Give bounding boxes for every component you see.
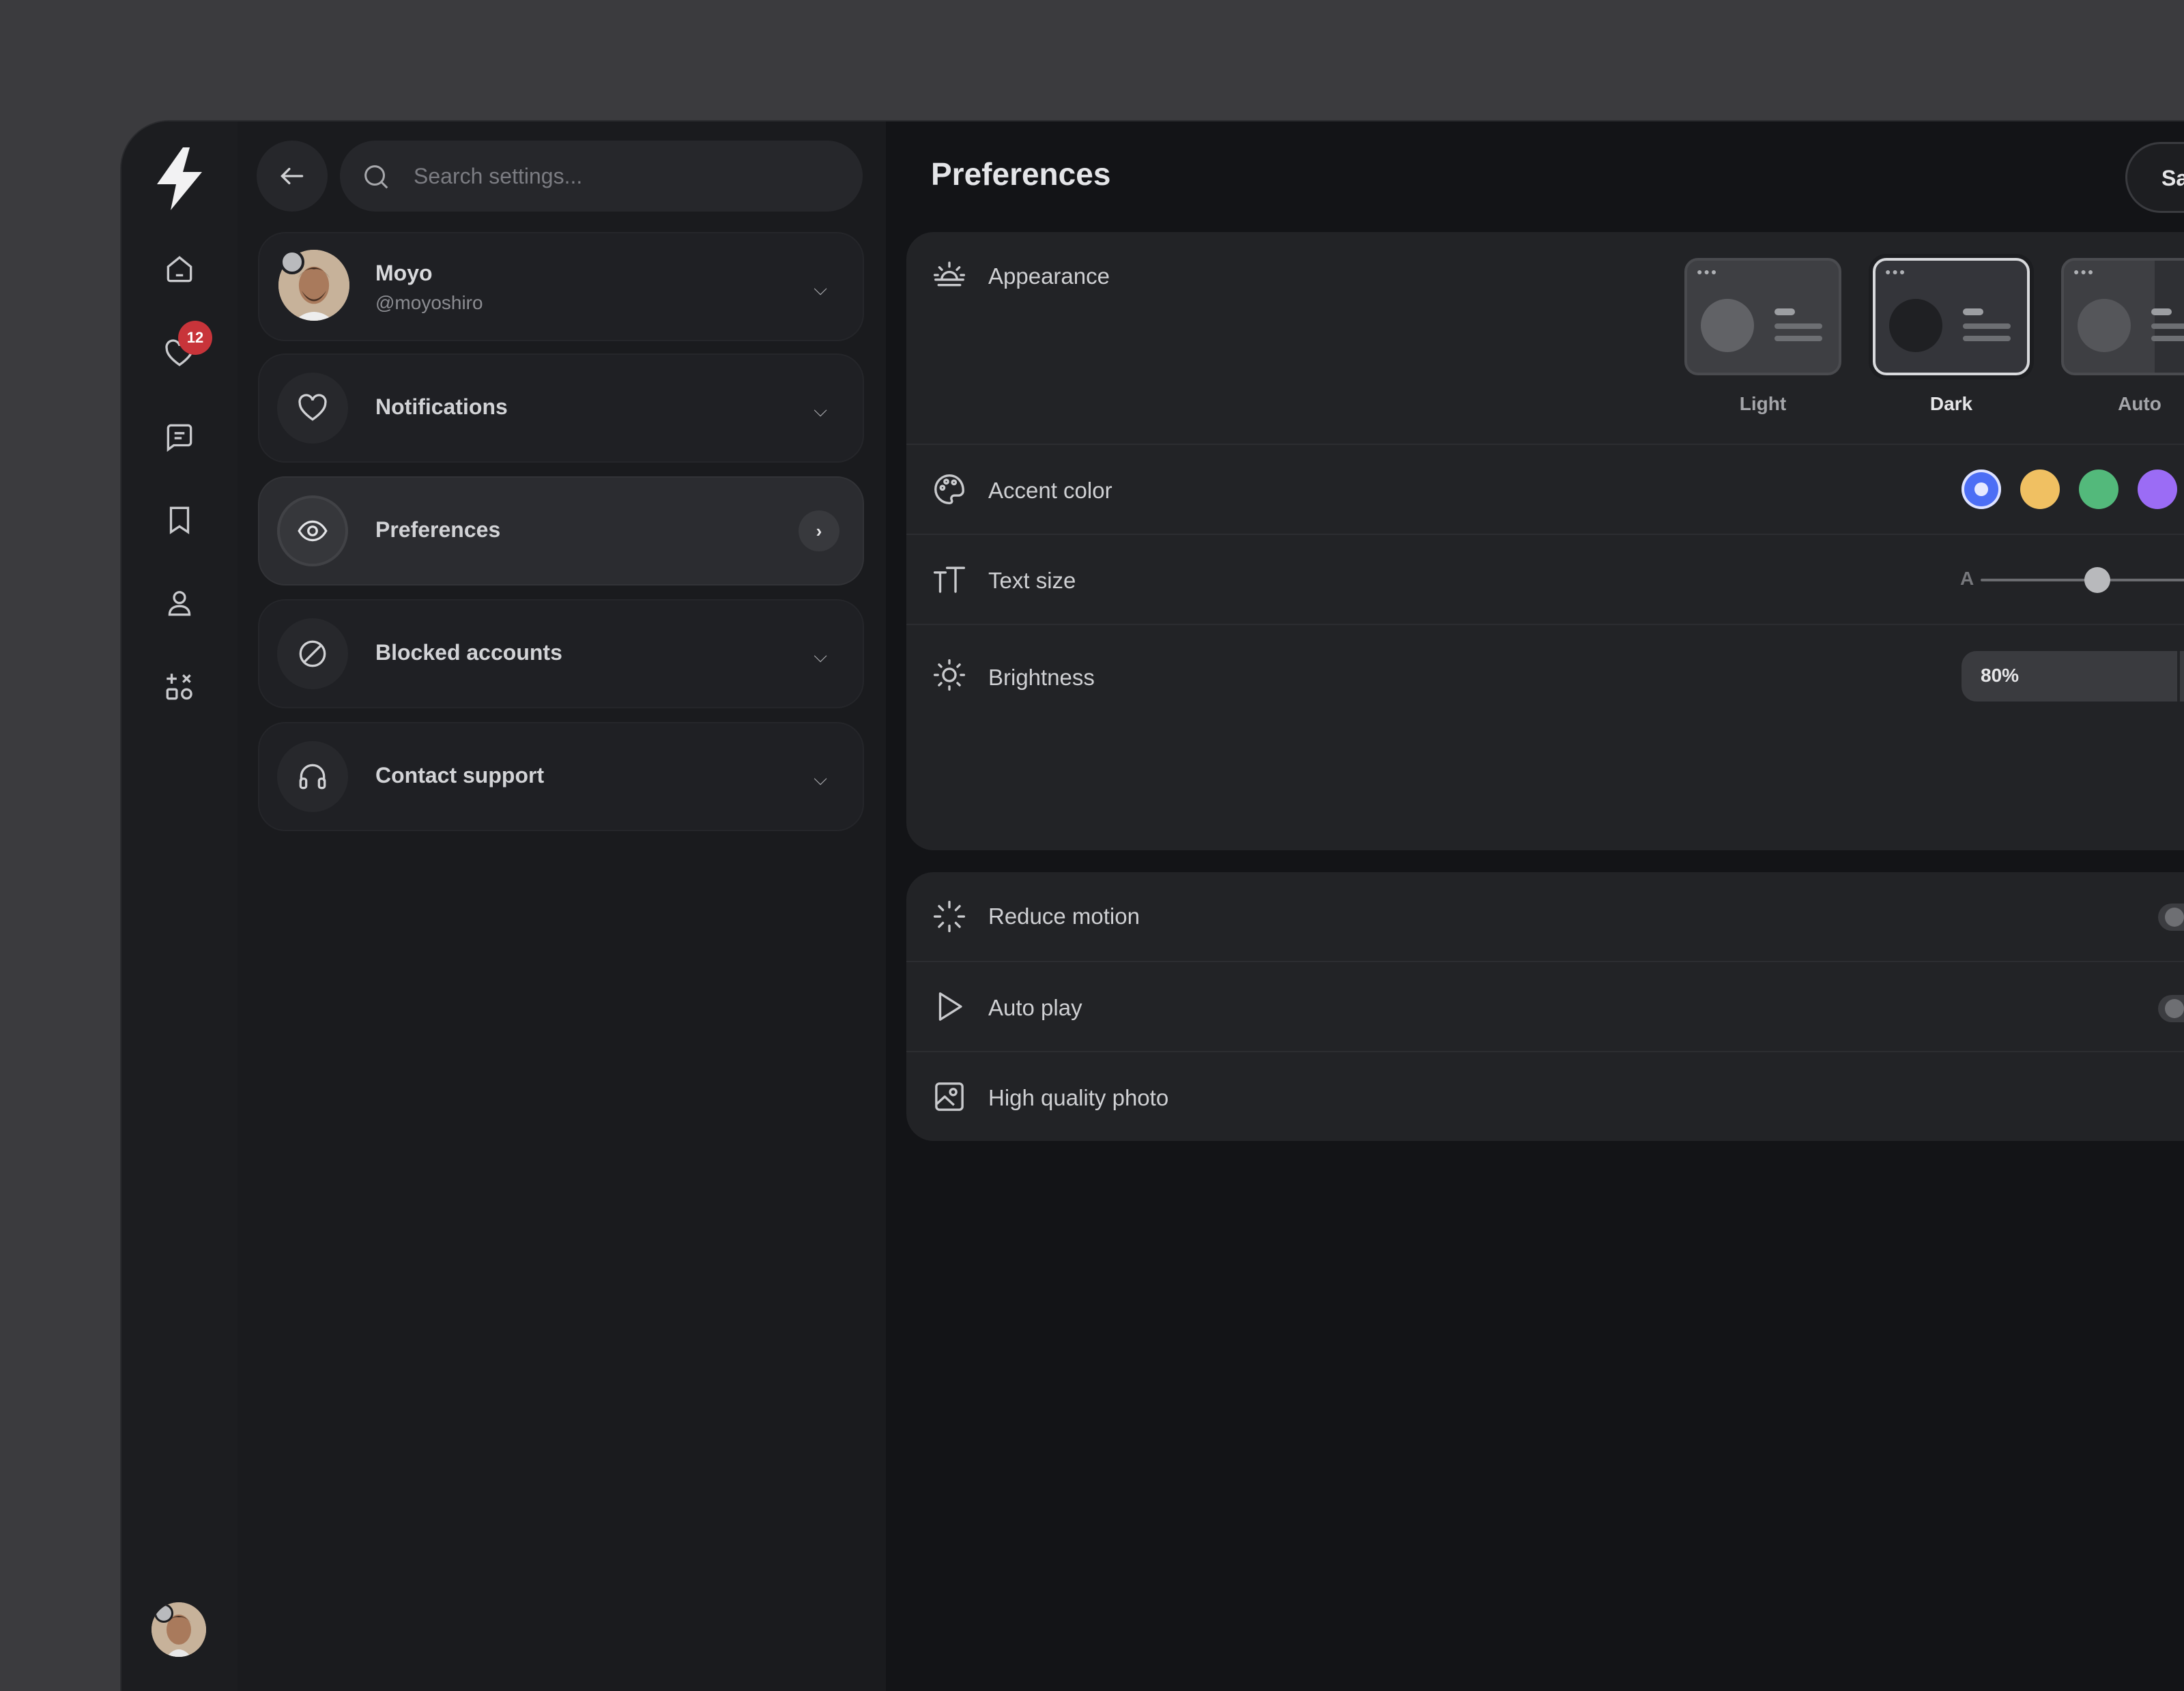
block-icon: [299, 640, 326, 667]
text-size-min-label: A: [1960, 568, 1974, 589]
auto-play-label: Auto play: [988, 995, 1082, 1020]
appearance-row: Appearance ●●● Light ●●● Dark ●●● Auto: [906, 232, 2184, 444]
apps-icon[interactable]: [152, 659, 207, 714]
playback-card: Reduce motion Auto play High quality pho…: [906, 872, 2184, 1141]
brightness-value: 80%: [1981, 665, 2020, 686]
auto-play-toggle[interactable]: [2158, 995, 2184, 1022]
menu-item-notifications[interactable]: Notifications ⌵: [258, 353, 864, 463]
home-icon[interactable]: [152, 242, 207, 296]
reduce-motion-label: Reduce motion: [988, 904, 1140, 929]
eye-icon: [298, 520, 328, 542]
theme-option-dark[interactable]: ●●●: [1873, 258, 2030, 375]
theme-knob: [2078, 299, 2131, 352]
accent-swatch[interactable]: [2020, 469, 2060, 509]
chevron-down-icon: ⌵: [814, 646, 827, 666]
menu-item-preferences[interactable]: Preferences ›: [258, 476, 864, 586]
profile-handle: @moyoshiro: [375, 292, 483, 313]
menu-item-blocked-accounts[interactable]: Blocked accounts ⌵: [258, 599, 864, 708]
image-icon: [935, 1082, 964, 1111]
appearance-label: Appearance: [988, 263, 1110, 289]
sun-icon: [933, 659, 966, 691]
brightness-label: Brightness: [988, 665, 1095, 690]
loader-icon: [933, 900, 966, 933]
theme-knob: [1701, 299, 1754, 352]
settings-panel: Search settings... Moyo @moyoshiro ⌵ Not…: [238, 121, 886, 1691]
accent-swatch[interactable]: [1962, 469, 2001, 509]
theme-knob: [1889, 299, 1942, 352]
notification-badge: 12: [178, 321, 212, 355]
window-dots-icon: ●●●: [2073, 266, 2095, 277]
menu-item-contact-support[interactable]: Contact support ⌵: [258, 722, 864, 831]
preferences-pane: Preferences Sa Appearance ●●● Light ●●● …: [886, 121, 2184, 1691]
hq-photo-row: High quality photo: [906, 1051, 2184, 1142]
chevron-down-icon[interactable]: ⌵: [814, 278, 827, 300]
menu-item-label: Preferences: [375, 517, 501, 542]
status-dot: [154, 1604, 173, 1623]
back-button[interactable]: [257, 141, 328, 212]
theme-label: Dark: [1929, 393, 1973, 414]
sun-horizon-icon: [933, 261, 966, 287]
profile-card[interactable]: Moyo @moyoshiro ⌵: [258, 232, 864, 341]
text-size-slider[interactable]: [1981, 579, 2184, 581]
brightness-slider[interactable]: 80%: [1962, 651, 2184, 702]
user-icon[interactable]: [152, 576, 207, 631]
accent-swatch[interactable]: [2079, 469, 2118, 509]
menu-item-label: Blocked accounts: [375, 640, 562, 665]
app-window: 12 Search settings... Moyo @moyoshiro ⌵ …: [121, 121, 2184, 1691]
window-dots-icon: ●●●: [1885, 266, 1907, 277]
hq-photo-label: High quality photo: [988, 1085, 1169, 1110]
accent-color-row: Accent color: [906, 444, 2184, 535]
play-icon: [938, 992, 962, 1021]
heart-icon: [298, 394, 327, 421]
preferences-card: Appearance ●●● Light ●●● Dark ●●● Auto A…: [906, 232, 2184, 850]
arrow-left-icon: [281, 167, 304, 185]
menu-item-label: Notifications: [375, 394, 508, 419]
theme-label: Auto: [2118, 393, 2161, 414]
avatar[interactable]: [152, 1602, 206, 1657]
menu-item-label: Contact support: [375, 763, 545, 787]
theme-option-auto[interactable]: ●●●: [2061, 258, 2184, 375]
accent-color-label: Accent color: [988, 478, 1112, 503]
bookmark-icon[interactable]: [152, 493, 207, 547]
text-size-slider-thumb[interactable]: [2084, 567, 2110, 593]
save-button[interactable]: Sa: [2125, 142, 2184, 213]
reduce-motion-toggle[interactable]: [2158, 904, 2184, 931]
chevron-down-icon: ⌵: [814, 768, 827, 789]
bolt-logo-icon[interactable]: [150, 146, 209, 212]
text-size-label: Text size: [988, 568, 1076, 593]
search-icon: [364, 165, 388, 189]
palette-icon: [934, 474, 964, 504]
profile-name: Moyo: [375, 261, 433, 285]
reduce-motion-row: Reduce motion: [906, 872, 2184, 961]
message-icon[interactable]: [152, 409, 207, 464]
save-button-label: Sa: [2161, 166, 2184, 190]
window-dots-icon: ●●●: [1697, 266, 1719, 277]
search-input[interactable]: Search settings...: [340, 141, 863, 212]
chevron-right-icon[interactable]: ›: [799, 510, 839, 551]
status-dot: [280, 250, 304, 274]
icon-rail: 12: [121, 121, 238, 1691]
brightness-row: Brightness 80%: [906, 624, 2184, 727]
theme-option-light[interactable]: ●●●: [1684, 258, 1841, 375]
auto-play-row: Auto play: [906, 961, 2184, 1052]
page-title: Preferences: [931, 156, 1111, 192]
accent-swatch[interactable]: [2138, 469, 2177, 509]
headset-icon: [299, 764, 326, 790]
text-size-icon: [933, 566, 966, 593]
theme-label: Light: [1739, 393, 1787, 414]
search-placeholder: Search settings...: [414, 164, 583, 188]
chevron-down-icon: ⌵: [814, 400, 827, 420]
brightness-handle[interactable]: [2177, 651, 2180, 702]
text-size-row: Text size A: [906, 534, 2184, 625]
